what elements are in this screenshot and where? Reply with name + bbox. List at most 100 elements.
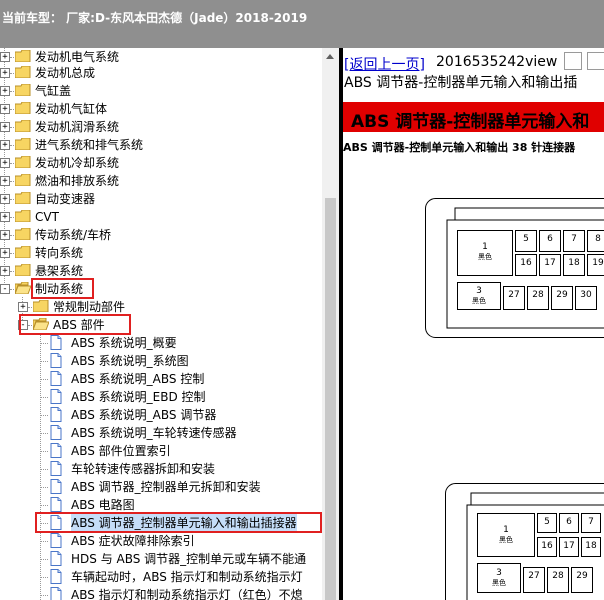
expand-icon[interactable]: + xyxy=(0,248,10,258)
scrollbar-thumb[interactable] xyxy=(325,198,336,600)
folder-icon xyxy=(15,120,31,132)
connector2-pin-17: 17 xyxy=(559,537,579,557)
folder-icon xyxy=(15,210,31,222)
folder-icon xyxy=(15,174,31,186)
current-model-label: 当前车型： 厂家:D-东风本田杰德（Jade）2018-2019 xyxy=(2,11,308,25)
document-icon xyxy=(50,551,62,566)
tree-doc-label: HDS 与 ABS 调节器_控制单元或车辆不能通 xyxy=(71,552,307,566)
connector2-pin-7: 7 xyxy=(581,513,601,533)
folder-icon xyxy=(33,300,49,312)
folder-icon xyxy=(15,192,31,204)
document-icon xyxy=(50,389,62,404)
connector2-pin-1: 1 黑色 xyxy=(477,513,535,557)
folder-icon xyxy=(15,138,31,150)
connector1-pin-30: 30 xyxy=(575,286,597,310)
scroll-up-arrow-icon[interactable] xyxy=(326,54,334,59)
document-icon xyxy=(50,407,62,422)
document-icon xyxy=(50,335,62,350)
expand-icon[interactable]: + xyxy=(0,68,10,78)
tree-item-label: 传动系统/车桥 xyxy=(35,228,112,242)
expand-icon[interactable]: + xyxy=(0,52,10,62)
tree-item-label: 进气系统和排气系统 xyxy=(35,138,144,152)
folder-icon xyxy=(15,102,31,114)
tree-doc-label: ABS 系统说明_车轮转速传感器 xyxy=(71,426,237,440)
folder-icon xyxy=(15,66,31,78)
folder-icon xyxy=(15,156,31,168)
document-icon xyxy=(50,479,62,494)
expand-icon[interactable]: + xyxy=(0,176,10,186)
document-pane: [返回上一页] 2016535242view ABS 调节器-控制器单元输入和输… xyxy=(343,48,604,600)
connector2-pin-27: 27 xyxy=(523,567,545,593)
folder-icon xyxy=(15,264,31,276)
brake-system-highlight xyxy=(31,278,94,299)
tree-doc-label: ABS 系统说明_EBD 控制 xyxy=(71,390,206,404)
connector1-pin-17: 17 xyxy=(539,254,561,276)
document-title: ABS 调节器-控制器单元输入和输出插 xyxy=(344,75,578,91)
expand-icon[interactable]: + xyxy=(0,104,10,114)
connector2-pin-29: 29 xyxy=(571,567,593,593)
image-placeholder-icon xyxy=(564,52,582,70)
connector2-pin-18: 18 xyxy=(581,537,601,557)
tree-doc-label: 车辆起动时，ABS 指示灯和制动系统指示灯 xyxy=(71,570,303,584)
expand-icon[interactable]: + xyxy=(0,86,10,96)
document-icon xyxy=(50,587,62,600)
expand-icon[interactable]: + xyxy=(18,302,28,312)
header-bar: 当前车型： 厂家:D-东风本田杰德（Jade）2018-2019 xyxy=(0,0,604,48)
back-link[interactable]: [返回上一页] xyxy=(344,54,425,74)
connector1-pin-3: 3 黑色 xyxy=(457,282,501,310)
tree-doc-label: ABS 系统说明_系统图 xyxy=(71,354,189,368)
connector1-pin-5: 5 xyxy=(515,230,537,252)
tree-doc-label: ABS 症状故障排除索引 xyxy=(71,534,195,548)
document-banner: ABS 调节器-控制器单元输入和 xyxy=(343,102,604,132)
tree-item-label: 转向系统 xyxy=(35,246,84,260)
connector1-pin-8: 8 xyxy=(587,230,604,252)
selected-doc-highlight xyxy=(35,512,322,533)
folder-icon xyxy=(15,228,31,240)
connector1-pin-27: 27 xyxy=(503,286,525,310)
document-icon xyxy=(50,533,62,548)
tree-item-label: 气缸盖 xyxy=(35,84,72,98)
expand-icon[interactable]: + xyxy=(0,194,10,204)
connector2-pin-5: 5 xyxy=(537,513,557,533)
tree-doc-label: ABS 系统说明_ABS 调节器 xyxy=(71,408,217,422)
navigation-tree: + 发动机电气系统 + 发动机总成 + 气缸盖 + 发动机气缸体 + 发动机润滑… xyxy=(0,48,322,600)
document-icon xyxy=(50,353,62,368)
expand-icon[interactable]: + xyxy=(0,158,10,168)
tree-doc-label: ABS 部件位置索引 xyxy=(71,444,171,458)
connector1-pin-7: 7 xyxy=(563,230,585,252)
folder-icon xyxy=(15,50,31,62)
document-icon xyxy=(50,443,62,458)
tree-doc-label: ABS 指示灯和制动系统指示灯（红色）不熄 xyxy=(71,588,303,600)
document-icon xyxy=(50,425,62,440)
connector2-pin-16: 16 xyxy=(537,537,557,557)
tree-doc-label: ABS 系统说明_概要 xyxy=(71,336,177,350)
expand-icon[interactable]: + xyxy=(0,122,10,132)
expand-icon[interactable]: + xyxy=(0,266,10,276)
document-subtitle: ABS 调节器-控制单元输入和输出 38 针连接器 xyxy=(343,141,576,154)
collapse-icon[interactable]: - xyxy=(0,284,10,294)
tree-doc-label: 车轮转速传感器拆卸和安装 xyxy=(71,462,216,476)
tree-scrollbar[interactable] xyxy=(322,48,339,600)
document-id: 2016535242view xyxy=(436,54,558,70)
connector1-pin-28: 28 xyxy=(527,286,549,310)
tree-item-label: 发动机气缸体 xyxy=(35,102,108,116)
expand-icon[interactable]: + xyxy=(0,140,10,150)
document-icon xyxy=(50,497,62,512)
connector1-pin-19: 19 xyxy=(587,254,604,276)
tree-item-label: 自动变速器 xyxy=(35,192,96,206)
connector2-pin-28: 28 xyxy=(547,567,569,593)
tree-doc-label: ABS 调节器_控制器单元拆卸和安装 xyxy=(71,480,261,494)
tree-item-label: 燃油和排放系统 xyxy=(35,174,120,188)
open-folder-icon xyxy=(15,282,31,294)
banner-text: ABS 调节器-控制器单元输入和 xyxy=(351,112,590,132)
image-placeholder-icon xyxy=(587,52,604,70)
document-icon xyxy=(50,569,62,584)
connector1-pin-6: 6 xyxy=(539,230,561,252)
tree-doc-label: ABS 系统说明_ABS 控制 xyxy=(71,372,205,386)
connector1-pin-29: 29 xyxy=(551,286,573,310)
expand-icon[interactable]: + xyxy=(0,230,10,240)
tree-item-label: 发动机润滑系统 xyxy=(35,120,120,134)
folder-icon xyxy=(15,246,31,258)
expand-icon[interactable]: + xyxy=(0,212,10,222)
connector1-pin-1: 1 黑色 xyxy=(457,230,513,276)
